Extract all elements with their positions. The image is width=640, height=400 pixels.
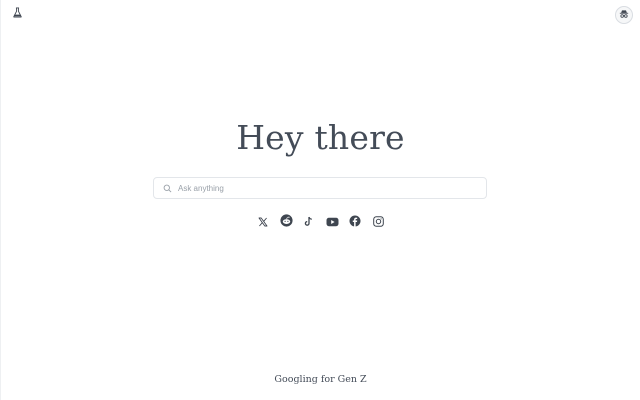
tiktok-icon (304, 214, 314, 232)
footer-tagline: Googling for Gen Z (274, 374, 367, 385)
facebook-link[interactable] (349, 214, 362, 232)
page-title: Hey there (236, 118, 405, 157)
reddit-icon (279, 213, 293, 232)
instagram-icon (372, 214, 384, 232)
instagram-link[interactable] (372, 214, 385, 232)
tiktok-link[interactable] (303, 216, 316, 229)
incognito-icon (619, 6, 629, 24)
x-link[interactable] (257, 216, 270, 229)
facebook-icon (349, 214, 361, 232)
search-input[interactable] (178, 183, 468, 193)
logo-button[interactable] (9, 6, 25, 22)
flask-icon (12, 5, 23, 23)
page: Hey there Ask anything Googling for Gen … (0, 0, 640, 400)
search-bar[interactable] (153, 177, 487, 199)
reddit-link[interactable] (279, 213, 293, 232)
x-icon (258, 214, 268, 232)
youtube-link[interactable] (326, 216, 339, 229)
user-avatar-button[interactable] (615, 6, 633, 24)
search-icon (162, 183, 172, 193)
social-links (1, 213, 640, 232)
youtube-icon (326, 214, 339, 232)
